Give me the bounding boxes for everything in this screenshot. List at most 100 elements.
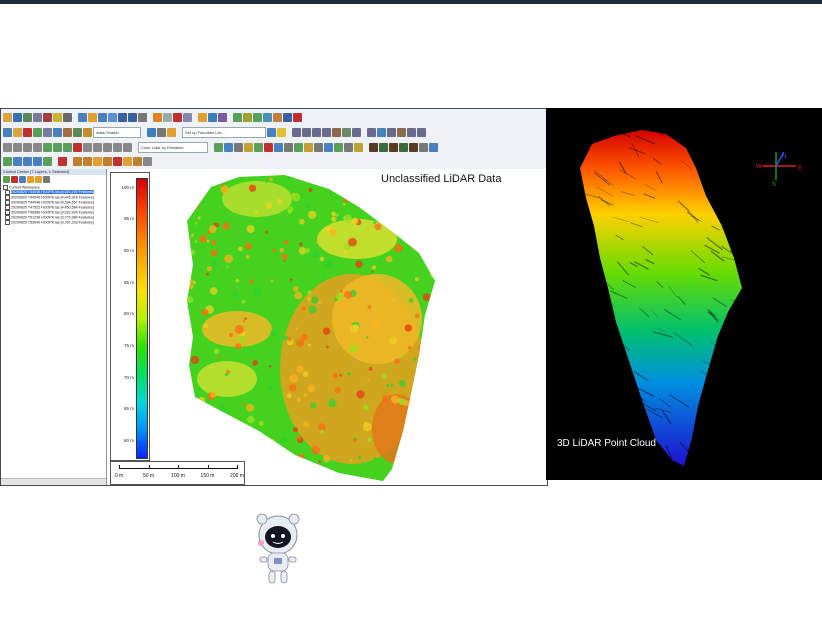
paste-icon[interactable]: [113, 142, 122, 152]
measure-icon[interactable]: [183, 112, 192, 122]
favorites-select[interactable]: Set up Favorites List...: [182, 126, 266, 138]
path-icon[interactable]: [417, 127, 426, 137]
map-view[interactable]: 100 m 95 m 90 m 85 m 80 m 75 m 70 m 65 m 60 m 0 …: [107, 169, 547, 485]
gps-icon[interactable]: [143, 156, 152, 166]
snap-icon[interactable]: [33, 142, 42, 152]
lidar-stats-icon[interactable]: [344, 142, 353, 152]
chart-icon[interactable]: [243, 112, 252, 122]
track-icon[interactable]: [133, 156, 142, 166]
lidar-profile-icon[interactable]: [294, 142, 303, 152]
lidar-grid-icon[interactable]: [324, 142, 333, 152]
layer-up-icon[interactable]: [27, 176, 34, 183]
open-icon[interactable]: [3, 112, 12, 122]
profile-icon[interactable]: [253, 112, 262, 122]
script-icon[interactable]: [218, 112, 227, 122]
digitize-icon[interactable]: [198, 112, 207, 122]
move-icon[interactable]: [3, 142, 12, 152]
terrain-icon[interactable]: [233, 112, 242, 122]
settings-icon[interactable]: [43, 112, 52, 122]
zoom-out-icon[interactable]: [98, 112, 107, 122]
cut-icon[interactable]: [123, 142, 132, 152]
draw-area-icon[interactable]: [312, 127, 321, 137]
print-icon[interactable]: [23, 112, 32, 122]
split-icon[interactable]: [352, 127, 361, 137]
info-icon[interactable]: [163, 112, 172, 122]
sun-icon[interactable]: [167, 127, 176, 137]
layer-options-icon[interactable]: [19, 176, 26, 183]
refresh-icon[interactable]: [138, 112, 147, 122]
lidar-tree-icon[interactable]: [244, 142, 253, 152]
save-icon[interactable]: [13, 112, 22, 122]
star-icon[interactable]: [277, 127, 286, 137]
delete-icon[interactable]: [173, 112, 182, 122]
globe-icon[interactable]: [208, 112, 217, 122]
play-icon[interactable]: [3, 156, 12, 166]
layer-settings-icon[interactable]: [43, 176, 50, 183]
shader-style-select[interactable]: Atlas Shader: [93, 126, 141, 138]
edit-vertex-icon[interactable]: [292, 127, 301, 137]
lidar-classify-icon[interactable]: [214, 142, 223, 152]
lidar-points-icon[interactable]: [334, 142, 343, 152]
remove-icon[interactable]: [73, 142, 82, 152]
annotate-icon[interactable]: [397, 127, 406, 137]
favorites-dropdown-icon[interactable]: [267, 127, 276, 137]
calc-icon[interactable]: [53, 127, 62, 137]
layer-icon[interactable]: [53, 112, 62, 122]
close-icon[interactable]: [293, 112, 302, 122]
lighting-icon[interactable]: [157, 127, 166, 137]
undo-icon[interactable]: [83, 142, 92, 152]
horizontal-scrollbar[interactable]: [1, 478, 106, 485]
lidar-select-icon[interactable]: [304, 142, 313, 152]
pin-icon[interactable]: [283, 112, 292, 122]
path-fly-icon[interactable]: [33, 156, 42, 166]
add-layer-icon[interactable]: [3, 176, 10, 183]
waypoint-icon[interactable]: [103, 156, 112, 166]
zoom-extent-icon[interactable]: [108, 112, 117, 122]
slope-icon[interactable]: [409, 142, 418, 152]
stop-icon[interactable]: [58, 156, 67, 166]
sort-icon[interactable]: [43, 127, 52, 137]
canopy-icon[interactable]: [399, 142, 408, 152]
rotate-icon[interactable]: [13, 142, 22, 152]
layer-checkbox[interactable]: [5, 220, 10, 225]
contour-icon[interactable]: [273, 112, 282, 122]
export-icon[interactable]: [33, 112, 42, 122]
buffer-icon[interactable]: [63, 127, 72, 137]
reshape-icon[interactable]: [342, 127, 351, 137]
query-icon[interactable]: [33, 127, 42, 137]
scale-icon[interactable]: [23, 142, 32, 152]
remove-layer-icon[interactable]: [11, 176, 18, 183]
place-marker-icon[interactable]: [83, 156, 92, 166]
ruler-icon[interactable]: [387, 127, 396, 137]
target-icon[interactable]: [377, 127, 386, 137]
layer-item[interactable]: 20200820 T53040 HOOPK.las [3,767,233 Fea…: [1, 220, 106, 225]
tree-icon[interactable]: [73, 127, 82, 137]
forward-icon[interactable]: [128, 112, 137, 122]
grid-icon[interactable]: [63, 112, 72, 122]
zoom-in-icon[interactable]: [78, 112, 87, 122]
building-icon[interactable]: [83, 127, 92, 137]
terrain-dark-icon[interactable]: [369, 142, 378, 152]
route-icon[interactable]: [113, 156, 122, 166]
label-icon[interactable]: [407, 127, 416, 137]
forest-icon[interactable]: [379, 142, 388, 152]
redo-icon[interactable]: [93, 142, 102, 152]
lidar-noise-icon[interactable]: [284, 142, 293, 152]
place-flag-icon[interactable]: [93, 156, 102, 166]
shader-options-icon[interactable]: [147, 127, 156, 137]
table-icon[interactable]: [3, 127, 12, 137]
hillshade-icon[interactable]: [419, 142, 428, 152]
filter-icon[interactable]: [23, 127, 32, 137]
add-area-icon[interactable]: [63, 142, 72, 152]
lidar-filter-icon[interactable]: [224, 142, 233, 152]
lidar-veg-icon[interactable]: [254, 142, 263, 152]
measure-line-icon[interactable]: [367, 127, 376, 137]
draw-line-icon[interactable]: [302, 127, 311, 137]
lidar-edit-icon[interactable]: [314, 142, 323, 152]
hill-icon[interactable]: [389, 142, 398, 152]
lidar-ground-icon[interactable]: [234, 142, 243, 152]
select-icon[interactable]: [153, 112, 162, 122]
layer-down-icon[interactable]: [35, 176, 42, 183]
fly-icon[interactable]: [23, 156, 32, 166]
place-pin-icon[interactable]: [73, 156, 82, 166]
